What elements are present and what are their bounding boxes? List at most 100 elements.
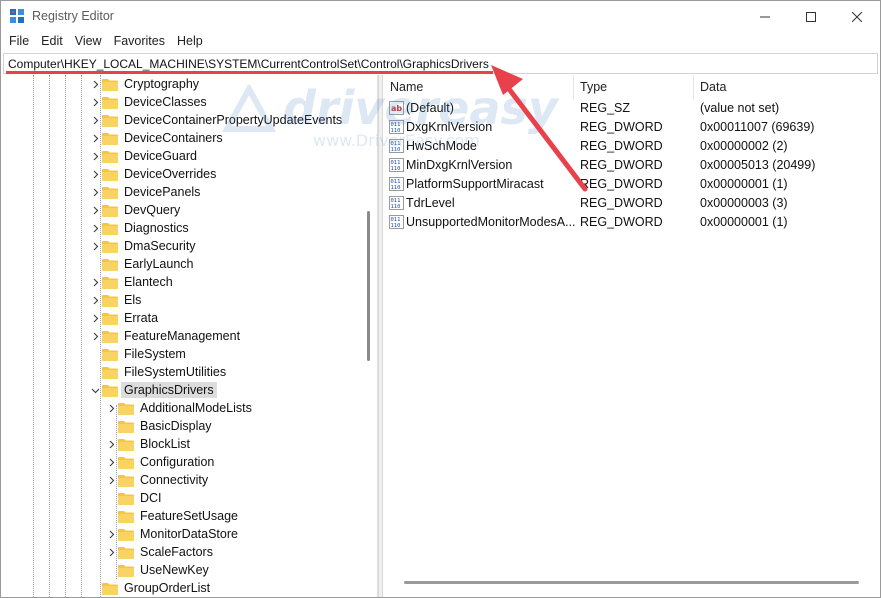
- chevron-right-icon[interactable]: [105, 471, 117, 489]
- tree-item-label: BlockList: [140, 437, 191, 451]
- svg-text:110: 110: [391, 223, 401, 229]
- values-list-pane[interactable]: Name Type Data ab (Default) REG_SZ (value n…: [384, 75, 879, 597]
- values-horizontal-scrollbar[interactable]: [404, 581, 859, 584]
- chevron-right-icon[interactable]: [105, 543, 117, 561]
- chevron-right-icon[interactable]: [105, 399, 117, 417]
- chevron-right-icon[interactable]: [89, 93, 101, 111]
- tree-item[interactable]: Elantech: [89, 273, 176, 291]
- maximize-button[interactable]: [788, 1, 834, 32]
- value-row[interactable]: 011 110 PlatformSupportMiracast REG_DWORD 0x…: [384, 175, 879, 194]
- tree-item[interactable]: EarlyLaunch: [89, 255, 197, 273]
- value-name-cell: TdrLevel: [406, 196, 455, 210]
- tree-item[interactable]: GroupOrderList: [89, 579, 213, 597]
- value-name-cell: DxgKrnlVersion: [406, 120, 493, 134]
- tree-item-label: DCI: [140, 491, 162, 505]
- value-name-cell: UnsupportedMonitorModesA...: [406, 215, 576, 229]
- tree-item[interactable]: DeviceClasses: [89, 93, 210, 111]
- tree-item[interactable]: Cryptography: [89, 75, 202, 93]
- chevron-right-icon[interactable]: [89, 75, 101, 93]
- tree-item[interactable]: Diagnostics: [89, 219, 192, 237]
- binary-value-icon: 011 110: [389, 139, 404, 153]
- chevron-right-icon[interactable]: [89, 237, 101, 255]
- folder-icon: [102, 312, 118, 325]
- folder-icon: [102, 348, 118, 361]
- folder-icon: [102, 96, 118, 109]
- string-value-icon: ab: [389, 101, 404, 115]
- tree-item[interactable]: FeatureManagement: [89, 327, 243, 345]
- tree-item[interactable]: BasicDisplay: [105, 417, 215, 435]
- value-row[interactable]: 011 110 MinDxgKrnlVersion REG_DWORD 0x000050…: [384, 156, 879, 175]
- chevron-down-icon[interactable]: [89, 381, 101, 399]
- svg-text:ab: ab: [391, 104, 402, 113]
- tree-item[interactable]: FeatureSetUsage: [105, 507, 241, 525]
- tree-item-label: DeviceClasses: [124, 95, 207, 109]
- tree-item-label: ScaleFactors: [140, 545, 213, 559]
- chevron-right-icon[interactable]: [89, 327, 101, 345]
- menu-edit[interactable]: Edit: [35, 32, 69, 52]
- tree-item-label: DevicePanels: [124, 185, 201, 199]
- tree-item[interactable]: Configuration: [105, 453, 217, 471]
- value-row[interactable]: 011 110 HwSchMode REG_DWORD 0x00000002 (2): [384, 137, 879, 156]
- folder-icon: [102, 330, 118, 343]
- menu-help[interactable]: Help: [171, 32, 209, 52]
- tree-item[interactable]: BlockList: [105, 435, 193, 453]
- tree-item[interactable]: Connectivity: [105, 471, 211, 489]
- pane-splitter[interactable]: [378, 75, 383, 597]
- tree-item[interactable]: FileSystemUtilities: [89, 363, 229, 381]
- minimize-button[interactable]: [742, 1, 788, 32]
- address-bar[interactable]: Computer\HKEY_LOCAL_MACHINE\SYSTEM\Curre…: [3, 53, 878, 74]
- tree-item[interactable]: DeviceGuard: [89, 147, 200, 165]
- chevron-right-icon[interactable]: [89, 111, 101, 129]
- chevron-right-icon[interactable]: [89, 291, 101, 309]
- tree-item[interactable]: DevicePanels: [89, 183, 203, 201]
- address-path[interactable]: Computer\HKEY_LOCAL_MACHINE\SYSTEM\Curre…: [8, 57, 489, 71]
- tree-item[interactable]: MonitorDataStore: [105, 525, 241, 543]
- tree-item[interactable]: DevQuery: [89, 201, 183, 219]
- folder-icon: [102, 384, 118, 397]
- key-tree-pane[interactable]: Cryptography DeviceClasses DeviceContainer…: [3, 75, 378, 597]
- chevron-right-icon[interactable]: [89, 219, 101, 237]
- chevron-right-icon[interactable]: [89, 165, 101, 183]
- tree-item[interactable]: FileSystem: [89, 345, 189, 363]
- value-row[interactable]: 011 110 UnsupportedMonitorModesA... REG_DWO…: [384, 213, 879, 232]
- title-bar[interactable]: Registry Editor: [1, 1, 880, 32]
- chevron-right-icon[interactable]: [89, 129, 101, 147]
- chevron-right-icon[interactable]: [89, 183, 101, 201]
- folder-icon: [102, 582, 118, 595]
- binary-value-icon: 011 110: [389, 215, 404, 229]
- value-row[interactable]: 011 110 DxgKrnlVersion REG_DWORD 0x00011007 …: [384, 118, 879, 137]
- tree-item[interactable]: DCI: [105, 489, 165, 507]
- chevron-right-icon[interactable]: [105, 453, 117, 471]
- column-header-data[interactable]: Data: [694, 75, 879, 99]
- tree-item[interactable]: Els: [89, 291, 144, 309]
- chevron-right-icon[interactable]: [89, 201, 101, 219]
- chevron-right-icon[interactable]: [89, 273, 101, 291]
- chevron-right-icon[interactable]: [89, 147, 101, 165]
- menu-favorites[interactable]: Favorites: [108, 32, 171, 52]
- tree-item[interactable]: DeviceOverrides: [89, 165, 219, 183]
- folder-icon: [102, 114, 118, 127]
- tree-item[interactable]: DeviceContainers: [89, 129, 226, 147]
- menu-file[interactable]: File: [3, 32, 35, 52]
- chevron-right-icon[interactable]: [105, 435, 117, 453]
- tree-item[interactable]: AdditionalModeLists: [105, 399, 255, 417]
- registry-editor-app-icon: [10, 9, 24, 23]
- tree-item[interactable]: DmaSecurity: [89, 237, 199, 255]
- tree-item[interactable]: UseNewKey: [105, 561, 212, 579]
- chevron-right-icon[interactable]: [89, 309, 101, 327]
- value-row[interactable]: 011 110 TdrLevel REG_DWORD 0x00000003 (3): [384, 194, 879, 213]
- tree-item[interactable]: GraphicsDrivers: [89, 381, 217, 399]
- value-row[interactable]: ab (Default) REG_SZ (value not set): [384, 99, 879, 118]
- menu-view[interactable]: View: [69, 32, 108, 52]
- tree-item[interactable]: DeviceContainerPropertyUpdateEvents: [89, 111, 345, 129]
- tree-scrollbar[interactable]: [367, 211, 370, 361]
- tree-guide-line: [65, 75, 66, 597]
- close-button[interactable]: [834, 1, 880, 32]
- folder-icon: [102, 258, 118, 271]
- chevron-right-icon[interactable]: [105, 525, 117, 543]
- tree-item[interactable]: Errata: [89, 309, 161, 327]
- tree-item[interactable]: ScaleFactors: [105, 543, 216, 561]
